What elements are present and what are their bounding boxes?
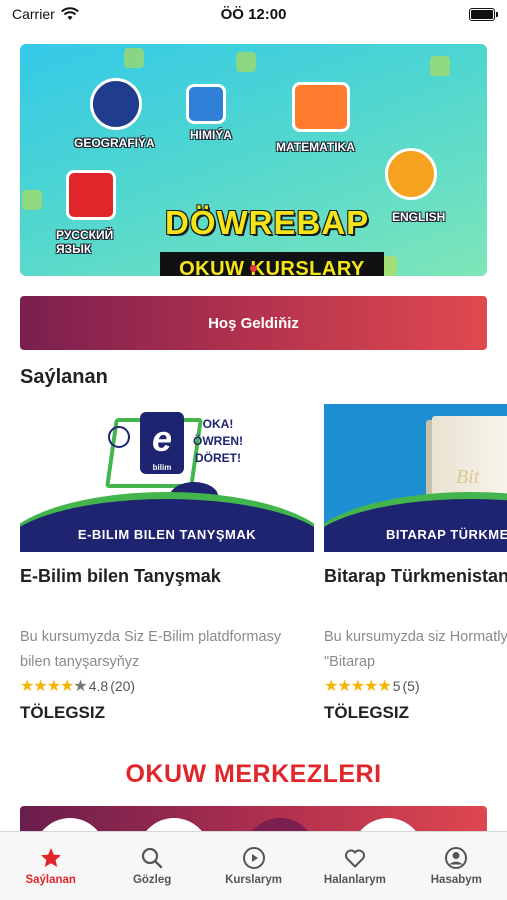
star-icon (40, 848, 61, 867)
rating-count: (20) (110, 678, 136, 694)
course-price: TÖLEGSIZ (324, 703, 409, 722)
thumb-wave (324, 492, 507, 552)
tab-kurslarym[interactable]: Kurslarym (203, 832, 304, 900)
decor-icon (236, 52, 256, 72)
subject-label-english: ENGLISH (392, 210, 446, 224)
subject-label-chemistry: HIMIÝA (190, 128, 232, 142)
math-numbers-icon (292, 82, 350, 132)
subject-label-math: MATEMATIKA (276, 140, 355, 154)
course-thumbnail[interactable]: Bit BITARAP TÜRKMENISTAN (324, 404, 507, 552)
decor-icon (430, 56, 450, 76)
status-bar: Carrier ÖÖ 12:00 (0, 0, 507, 28)
rating-count: (5) (402, 678, 420, 694)
tab-label: Halanlarym (323, 874, 386, 886)
status-left: Carrier (12, 6, 79, 22)
section-title-featured: Saýlanan (20, 366, 108, 388)
tab-halanlarym[interactable]: Halanlarym (304, 832, 405, 900)
course-rating: ★★★★★ 5 (5) (324, 675, 507, 697)
tab-label: Hasabym (430, 874, 482, 886)
banner-subtitle: OKUW KURSLARY (160, 252, 384, 276)
decor-icon (124, 48, 144, 68)
russian-flag-icon (66, 170, 116, 220)
featured-carousel[interactable]: e bilim OKA! ÖWREN! DÖRET! E-BILIM BILEN… (20, 404, 507, 734)
course-description: Bu kursumyzda siz Hormatly Arkadagymyzyň… (324, 629, 507, 670)
tab-bar: Saýlanan Gözleg Kurslarym Halanlarym Has… (0, 831, 507, 900)
tab-saylanan[interactable]: Saýlanan (0, 832, 101, 900)
star-rating-icon: ★★★★★ (324, 678, 392, 695)
banner-title: DÖWREBAP (165, 204, 370, 241)
rating-value: 4.8 (88, 678, 109, 694)
clock: ÖÖ 12:00 (220, 5, 287, 23)
heart-icon (344, 849, 365, 868)
course-description: Bu kursumyzda Siz E-Bilim platdformasy b… (20, 629, 282, 670)
welcome-button[interactable]: Hoş Geldiňiz (20, 296, 487, 350)
promo-banner[interactable]: GEOGRAFIÝA HIMIÝA MATEMATIKA РУССКИЙ ЯЗЫ… (20, 44, 487, 276)
wifi-icon (60, 7, 79, 20)
thumb-label: BITARAP TÜRKMENISTAN (386, 527, 507, 542)
decor-icon (22, 190, 42, 210)
rating-value: 5 (392, 678, 401, 694)
search-icon (142, 847, 163, 869)
thumb-wave (20, 492, 314, 552)
geography-globe-icon (90, 78, 142, 130)
english-student-icon (385, 148, 437, 200)
e-bilim-logo-sub: bilim (152, 463, 172, 472)
carousel-dot[interactable] (250, 265, 257, 272)
tab-label: Saýlanan (25, 874, 76, 886)
battery-icon (469, 7, 498, 21)
globe-icon (108, 426, 130, 448)
tab-label: Gözleg (132, 874, 172, 886)
e-bilim-logo: e bilim (140, 412, 184, 474)
course-title[interactable]: E-Bilim bilen Tanyşmak (20, 566, 314, 587)
course-rating: ★★★★★ 4.8 (20) (20, 675, 314, 697)
subject-label-geography: GEOGRAFIÝA (74, 136, 155, 150)
thumb-slogan: OKA! ÖWREN! DÖRET! (193, 417, 243, 465)
star-rating-icon: ★★★★★ (20, 678, 88, 695)
centers-title: OKUW MERKEZLERI (125, 760, 382, 788)
tab-label: Kurslarym (225, 874, 282, 886)
course-card[interactable]: Bit BITARAP TÜRKMENISTAN Bitarap Türkmen… (324, 404, 507, 723)
book-cover-text: Bit (456, 466, 480, 488)
user-circle-icon (445, 847, 468, 869)
chemistry-screen-icon (186, 84, 226, 124)
tab-hasabym[interactable]: Hasabym (406, 832, 507, 900)
thumb-label: E-BILIM BILEN TANYŞMAK (77, 527, 257, 542)
carousel-dots (20, 265, 487, 272)
course-price: TÖLEGSIZ (20, 703, 105, 722)
subject-label-russian: РУССКИЙ ЯЗЫК (56, 228, 114, 256)
course-card[interactable]: e bilim OKA! ÖWREN! DÖRET! E-BILIM BILEN… (20, 404, 314, 723)
play-circle-icon (242, 847, 265, 869)
course-thumbnail[interactable]: e bilim OKA! ÖWREN! DÖRET! E-BILIM BILEN… (20, 404, 314, 552)
carrier-label: Carrier (12, 6, 55, 22)
e-bilim-logo-letter: e (151, 418, 173, 459)
course-title[interactable]: Bitarap Türkmenistan (324, 566, 507, 587)
tab-gozleg[interactable]: Gözleg (101, 832, 202, 900)
